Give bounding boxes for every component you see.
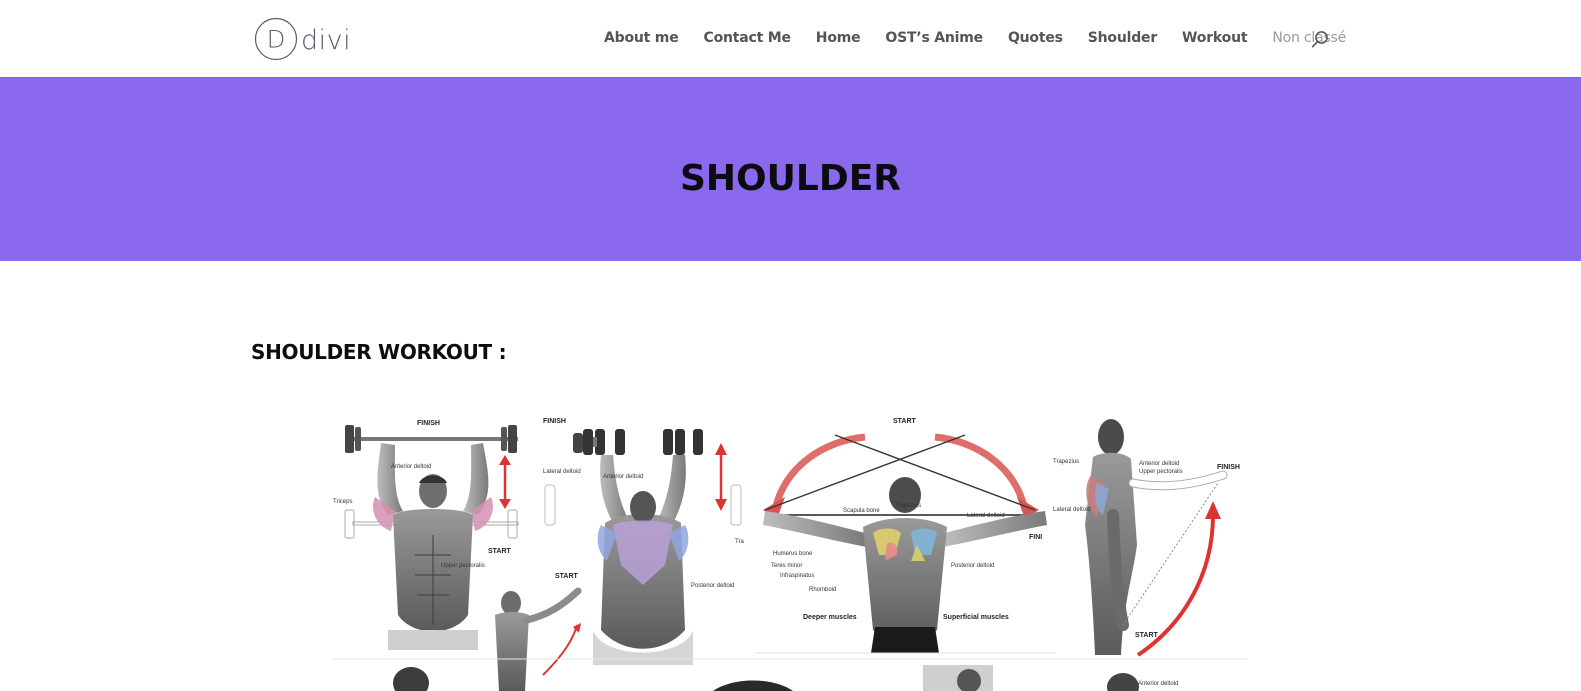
shoulder-anatomy-illustration: FINISH Anterior deltoid Triceps START Up…	[333, 418, 1248, 691]
svg-text:D: D	[267, 26, 285, 54]
svg-text:FINISH: FINISH	[1217, 464, 1240, 471]
nav-item-contact-me[interactable]: Contact Me	[704, 28, 791, 48]
nav-item-non-classe[interactable]: Non classé	[1272, 28, 1346, 48]
site-logo[interactable]: D divi	[254, 16, 351, 62]
svg-text:Lateral deltoid: Lateral deltoid	[1053, 507, 1091, 513]
svg-text:Humerus bone: Humerus bone	[773, 551, 813, 557]
svg-text:FINISH: FINISH	[417, 420, 440, 427]
svg-text:START: START	[488, 548, 512, 555]
logo-text: divi	[301, 24, 352, 56]
svg-text:FINISH: FINISH	[543, 418, 566, 425]
svg-text:Lateral deltoid: Lateral deltoid	[967, 513, 1005, 519]
svg-text:Anterior deltoid: Anterior deltoid	[1139, 461, 1179, 467]
svg-text:Trapezius: Trapezius	[1053, 459, 1079, 465]
section-heading: SHOULDER WORKOUT :	[251, 340, 507, 364]
panel-barbell-press: FINISH Anterior deltoid Triceps START Up…	[333, 420, 582, 691]
page-title: SHOULDER	[679, 157, 902, 199]
svg-text:Anterior deltoid: Anterior deltoid	[391, 464, 431, 470]
main-nav: About me Contact Me Home OST’s Anime Quo…	[604, 28, 1371, 48]
nav-item-quotes[interactable]: Quotes	[1008, 28, 1063, 48]
nav-item-home[interactable]: Home	[816, 28, 861, 48]
nav-item-workout[interactable]: Workout	[1182, 28, 1247, 48]
svg-text:Anterior deltoid: Anterior deltoid	[603, 474, 643, 480]
svg-text:Anterior deltoid: Anterior deltoid	[1138, 681, 1178, 687]
svg-text:START: START	[1135, 632, 1159, 639]
panel-dumbbell-press: FINISH Lateral deltoid Anterior deltoid …	[543, 418, 744, 665]
svg-text:Scapula bone: Scapula bone	[843, 508, 880, 514]
svg-text:Lateral deltoid: Lateral deltoid	[543, 469, 581, 475]
svg-text:Infraspinatus: Infraspinatus	[780, 573, 814, 579]
site-header: D divi About me Contact Me Home OST’s An…	[0, 0, 1581, 77]
svg-text:Teres minor: Teres minor	[771, 563, 802, 569]
search-icon[interactable]	[1311, 30, 1329, 48]
hero-banner: SHOULDER	[0, 77, 1581, 261]
svg-text:Posterior deltoid: Posterior deltoid	[691, 583, 734, 589]
divi-logo-icon: D	[254, 17, 298, 61]
svg-text:FINI: FINI	[1029, 534, 1042, 541]
panel-front-raise: Trapezius Anterior deltoid Upper pectora…	[1053, 419, 1240, 657]
svg-text:Superficial muscles: Superficial muscles	[943, 614, 1009, 621]
svg-text:START: START	[893, 418, 917, 425]
svg-text:Deeper muscles: Deeper muscles	[803, 614, 857, 621]
shoulder-workout-image: FINISH Anterior deltoid Triceps START Up…	[333, 415, 1248, 691]
nav-item-shoulder[interactable]: Shoulder	[1088, 28, 1157, 48]
svg-text:Rhomboid: Rhomboid	[809, 587, 836, 593]
nav-item-about-me[interactable]: About me	[604, 28, 679, 48]
svg-text:START: START	[555, 573, 579, 580]
svg-text:Triceps: Triceps	[333, 499, 352, 505]
svg-text:Posterior deltoid: Posterior deltoid	[951, 563, 994, 569]
svg-text:Upper pectoralis: Upper pectoralis	[441, 563, 485, 569]
svg-text:Upper pectoralis: Upper pectoralis	[1139, 469, 1183, 475]
svg-text:Tra: Tra	[735, 539, 744, 545]
nav-item-osts-anime[interactable]: OST’s Anime	[885, 28, 983, 48]
svg-text:Trapezius: Trapezius	[895, 503, 921, 509]
panel-bottom-row: Anterior deltoid	[333, 658, 1248, 691]
panel-band-pull: START Scapula bone Trapezius Lateral del…	[755, 418, 1055, 654]
